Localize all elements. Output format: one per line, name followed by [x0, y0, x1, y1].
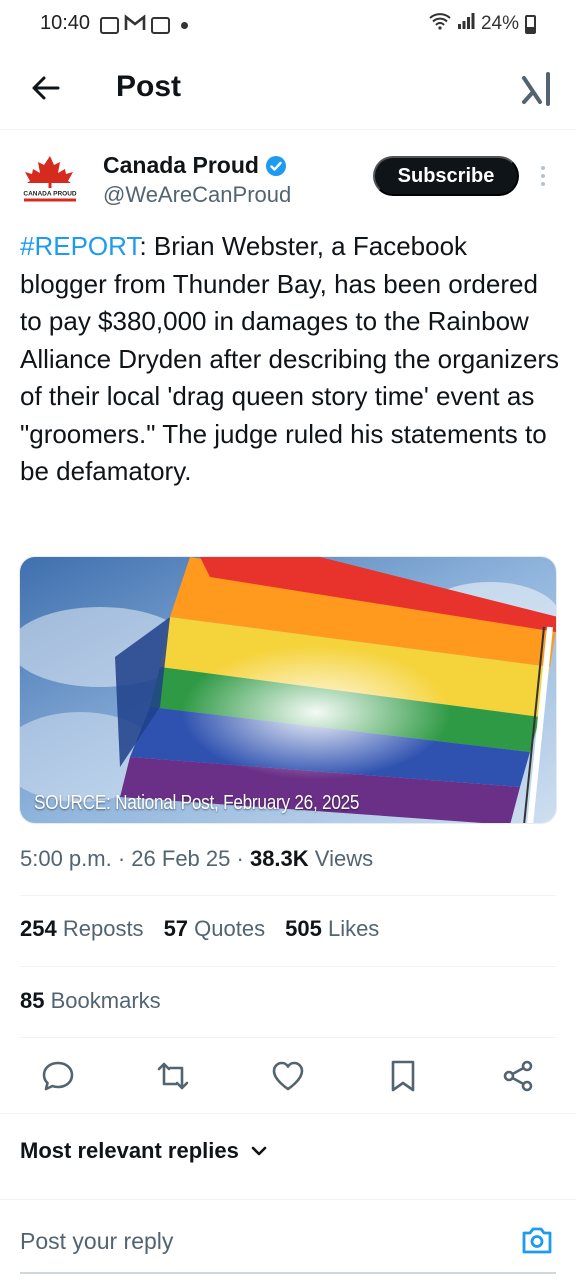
- news-notification-icon: [151, 17, 170, 34]
- tweet-time: 5:00 p.m.: [20, 846, 112, 871]
- divider: [20, 895, 556, 896]
- tweet-meta: 5:00 p.m. · 26 Feb 25 · 38.3K Views: [20, 846, 374, 871]
- reply-input[interactable]: Post your reply: [20, 1228, 173, 1255]
- more-options-icon[interactable]: [538, 164, 548, 188]
- replies-sort-label: Most relevant replies: [20, 1138, 239, 1163]
- quotes-stat[interactable]: 57 Quotes: [164, 916, 266, 942]
- grok-icon[interactable]: [520, 68, 554, 108]
- engagement-stats: 254 Reposts 57 Quotes 505 Likes: [20, 916, 379, 942]
- gmail-notification-icon: [124, 14, 146, 37]
- back-arrow-icon[interactable]: [28, 70, 64, 106]
- more-notifications-dot-icon: [181, 22, 188, 29]
- status-right: 24%: [429, 12, 536, 36]
- gallery-notification-icon: [100, 17, 119, 34]
- tweet-author: CANADA PROUD Canada Proud @WeAreCanProud…: [0, 130, 576, 220]
- tweet-actions: [0, 1050, 576, 1110]
- bookmarks-stat[interactable]: 85 Bookmarks: [20, 988, 161, 1014]
- signal-icon: [457, 12, 475, 36]
- likes-stat[interactable]: 505 Likes: [285, 916, 379, 942]
- author-name[interactable]: Canada Proud: [103, 152, 259, 179]
- divider: [20, 966, 556, 967]
- reply-composer: Post your reply: [0, 1200, 576, 1280]
- wifi-icon: [429, 12, 451, 36]
- divider: [20, 1037, 556, 1038]
- rainbow-flag-photo: [20, 557, 556, 823]
- tweet-image[interactable]: SOURCE: National Post, February 26, 2025: [19, 556, 557, 824]
- avatar[interactable]: CANADA PROUD: [20, 152, 80, 208]
- status-time: 10:40: [40, 12, 91, 34]
- author-handle[interactable]: @WeAreCanProud: [103, 182, 291, 208]
- bookmark-icon[interactable]: [385, 1058, 421, 1094]
- battery-text: 24%: [480, 13, 519, 34]
- tweet-text: #REPORT: Brian Webster, a Facebook blogg…: [20, 228, 560, 491]
- avatar-text: CANADA PROUD: [23, 191, 77, 198]
- image-caption: SOURCE: National Post, February 26, 2025: [34, 792, 360, 814]
- top-app-bar: Post: [0, 52, 576, 130]
- hashtag-link[interactable]: #REPORT: [20, 231, 139, 261]
- camera-icon[interactable]: [520, 1224, 554, 1256]
- reply-underline: [20, 1272, 556, 1274]
- status-bar: 10:40 24%: [0, 0, 576, 52]
- tweet-body: : Brian Webster, a Facebook blogger from…: [20, 231, 560, 486]
- tweet-date: 26 Feb 25: [131, 846, 231, 871]
- share-icon[interactable]: [500, 1058, 536, 1094]
- repost-icon[interactable]: [155, 1058, 191, 1094]
- notification-icons: [100, 14, 188, 37]
- verified-badge-icon: [265, 155, 287, 177]
- battery-icon: [525, 14, 536, 34]
- reposts-stat[interactable]: 254 Reposts: [20, 916, 144, 942]
- like-heart-icon[interactable]: [270, 1058, 306, 1094]
- section-separator: [0, 1113, 576, 1114]
- page-title: Post: [116, 70, 182, 103]
- subscribe-button[interactable]: Subscribe: [373, 156, 519, 196]
- chevron-down-icon: [249, 1141, 269, 1161]
- views-count: 38.3K: [249, 846, 309, 871]
- reply-icon[interactable]: [40, 1058, 76, 1094]
- replies-sort-dropdown[interactable]: Most relevant replies: [20, 1138, 269, 1164]
- views-label: Views: [314, 846, 374, 871]
- author-name-row[interactable]: Canada Proud: [103, 152, 287, 179]
